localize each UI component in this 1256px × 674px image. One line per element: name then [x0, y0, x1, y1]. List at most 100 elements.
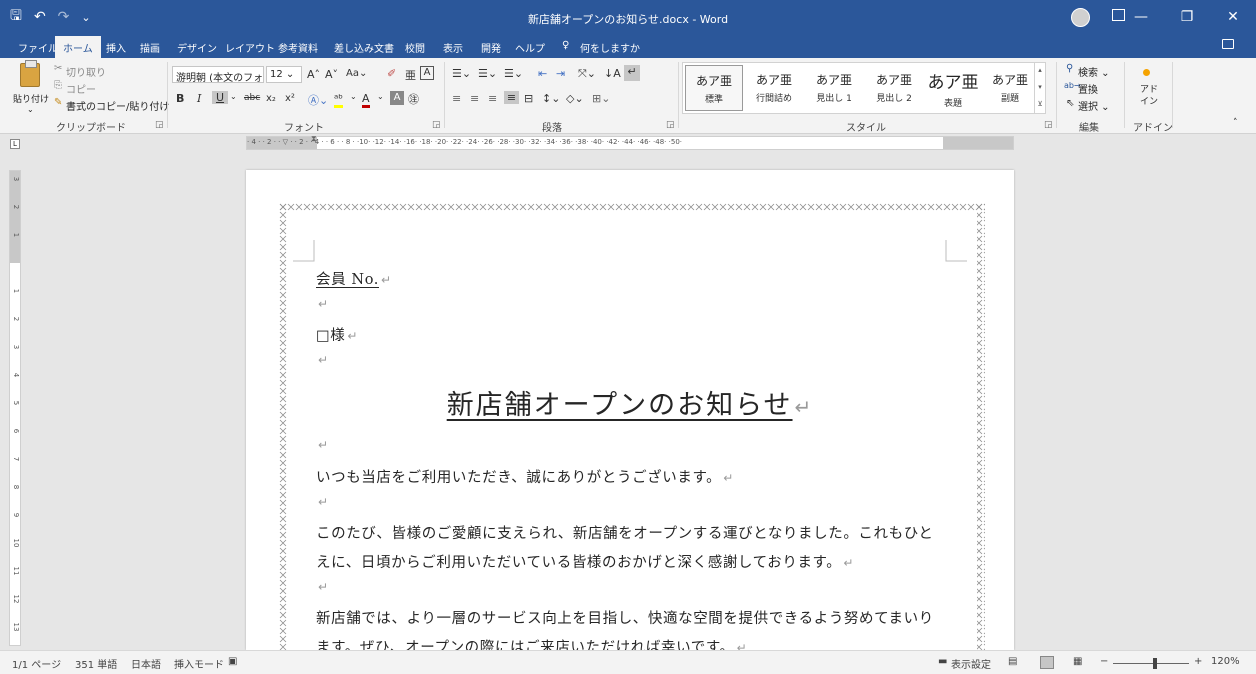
sort-icon[interactable]: ↓A [604, 67, 621, 80]
superscript-icon[interactable]: x² [285, 93, 295, 104]
font-launcher-icon[interactable]: ◲ [432, 120, 441, 130]
tab-help[interactable]: ヘルプ [515, 40, 545, 55]
page-count[interactable]: 1/1 ページ [12, 656, 61, 671]
format-painter-button[interactable]: 書式のコピー/貼り付け [66, 98, 169, 113]
read-mode-icon[interactable]: ▤ [1008, 656, 1017, 667]
zoom-slider[interactable] [1113, 663, 1189, 664]
paragraph-launcher-icon[interactable]: ◲ [666, 120, 675, 130]
tab-mailings[interactable]: 差し込み文書 [334, 40, 394, 55]
indent-marker-icon[interactable]: ⧗ [311, 134, 319, 152]
highlight-dropdown-icon[interactable]: ⌄ [350, 92, 357, 101]
style-title[interactable]: あア亜 表題 [921, 65, 985, 111]
paste-button[interactable]: 貼り付け [13, 92, 49, 105]
select-icon[interactable]: ⇖ [1066, 98, 1074, 109]
grow-font-icon[interactable]: A˄ [307, 68, 320, 81]
highlight-color-icon[interactable]: ᵃᵇ [334, 92, 344, 108]
align-right-icon[interactable]: ≡ [488, 92, 497, 105]
line-spacing-icon[interactable]: ↕⌄ [542, 92, 560, 105]
style-heading-2[interactable]: あア亜 見出し 2 [865, 65, 923, 111]
font-name-combo[interactable]: 游明朝 (本文のフォン [172, 66, 264, 83]
collapse-ribbon-icon[interactable]: ˄ [1233, 118, 1238, 128]
style-heading-1[interactable]: あア亜 見出し 1 [805, 65, 863, 111]
tab-references[interactable]: 参考資料 [278, 40, 318, 55]
styles-scroll[interactable]: ▴ ▾ ⊻ [1034, 62, 1045, 114]
cut-icon[interactable]: ✂ [54, 63, 62, 74]
text-effects-icon[interactable]: Ⓐ⌄ [308, 92, 328, 108]
word-count[interactable]: 351 単語 [75, 656, 117, 671]
language-indicator[interactable]: 日本語 [131, 656, 161, 671]
document-page[interactable]: 会員 No. ↵ ↵ □様 ↵ ↵ 新店舗オープンのお知らせ ↵ ↵ いつも当店をご利… [246, 170, 1014, 650]
numbering-icon[interactable]: ☰⌄ [478, 67, 497, 80]
font-size-combo[interactable]: 12 ⌄ [266, 66, 302, 83]
tab-insert[interactable]: 挿入 [106, 40, 126, 55]
close-button[interactable]: ✕ [1210, 9, 1256, 25]
style-normal[interactable]: あア亜 標準 [685, 65, 743, 111]
font-color-dropdown-icon[interactable]: ⌄ [377, 92, 384, 101]
paste-dropdown-icon[interactable]: ⌄ [27, 105, 34, 114]
vertical-ruler[interactable]: 3 2 1 1 2 3 4 5 6 7 8 9 10 11 12 13 [9, 170, 21, 646]
phonetic-guide-icon[interactable]: 亜 [405, 67, 416, 83]
tab-selector-icon[interactable]: L [10, 139, 20, 149]
macro-record-icon[interactable]: ▣ [228, 656, 237, 667]
tell-me-search[interactable]: 何をしますか [580, 40, 640, 55]
tab-developer[interactable]: 開発 [481, 40, 501, 55]
underline-icon[interactable]: U [212, 91, 228, 104]
insert-mode[interactable]: 挿入モード [174, 656, 224, 671]
account-avatar[interactable] [1071, 8, 1090, 27]
clipboard-launcher-icon[interactable]: ◲ [155, 120, 164, 130]
align-left-icon[interactable]: ≡ [452, 92, 461, 105]
copy-button[interactable]: コピー [66, 81, 96, 96]
increase-indent-icon[interactable]: ⇥ [556, 67, 565, 80]
tab-layout[interactable]: レイアウト [225, 40, 275, 55]
select-button[interactable]: 選択 ⌄ [1078, 98, 1110, 113]
shading-icon[interactable]: ◇⌄ [566, 92, 584, 105]
tab-view[interactable]: 表示 [443, 40, 463, 55]
minimize-button[interactable]: — [1118, 9, 1164, 25]
show-hide-marks-icon[interactable]: ↵ [624, 65, 640, 81]
tab-file[interactable]: ファイル [18, 40, 58, 55]
multilevel-list-icon[interactable]: ☰⌄ [504, 67, 523, 80]
style-no-spacing[interactable]: あア亜 行間詰め [745, 65, 803, 111]
enclosed-character-icon[interactable]: ㊟ [408, 91, 419, 107]
tab-design[interactable]: デザイン [177, 40, 217, 55]
borders-icon[interactable]: ⊞⌄ [592, 92, 610, 105]
web-layout-icon[interactable]: ▦ [1073, 656, 1082, 667]
character-shading-icon[interactable]: A [390, 91, 404, 105]
change-case-icon[interactable]: Aa⌄ [346, 68, 367, 79]
horizontal-ruler[interactable]: · 4 · · 2 · · ▽ · · 2 · · 4 · · 6 · · 8 … [246, 136, 1014, 150]
restore-button[interactable]: ❐ [1164, 9, 1210, 25]
styles-launcher-icon[interactable]: ◲ [1044, 120, 1053, 130]
zoom-slider-thumb[interactable] [1153, 658, 1157, 669]
shrink-font-icon[interactable]: A˅ [325, 68, 338, 81]
subscript-icon[interactable]: x₂ [266, 93, 276, 104]
display-settings-icon[interactable]: ▬ [938, 656, 947, 667]
zoom-level[interactable]: 120% [1211, 656, 1240, 667]
replace-button[interactable]: 置換 [1078, 81, 1098, 96]
zoom-in-button[interactable]: + [1194, 656, 1202, 667]
comments-icon[interactable] [1222, 39, 1234, 49]
display-settings-button[interactable]: 表示設定 [951, 656, 991, 671]
justify-icon[interactable]: ≡ [504, 91, 519, 104]
bullets-icon[interactable]: ☰⌄ [452, 67, 471, 80]
copy-icon[interactable]: ⎘ [54, 80, 62, 91]
align-center-icon[interactable]: ≡ [470, 92, 479, 105]
strikethrough-icon[interactable]: abc [244, 93, 260, 103]
search-icon[interactable]: ⚲ [1066, 63, 1073, 74]
bold-icon[interactable]: B [176, 92, 184, 105]
cut-button[interactable]: 切り取り [66, 64, 106, 79]
paste-icon[interactable] [20, 60, 40, 87]
tab-review[interactable]: 校閲 [405, 40, 425, 55]
find-button[interactable]: 検索 ⌄ [1078, 64, 1110, 79]
asian-layout-icon[interactable]: ⤧⌄ [578, 67, 596, 81]
decrease-indent-icon[interactable]: ⇤ [538, 67, 547, 80]
addins-icon[interactable] [1143, 69, 1150, 76]
tab-draw[interactable]: 描画 [140, 40, 160, 55]
distributed-icon[interactable]: ⊟ [524, 92, 533, 105]
format-painter-icon[interactable]: ✎ [54, 97, 62, 108]
addins-button[interactable]: アド イン [1140, 84, 1158, 108]
print-layout-icon[interactable] [1040, 656, 1054, 669]
italic-icon[interactable]: I [197, 92, 201, 105]
clear-formatting-icon[interactable]: ✐ [387, 67, 396, 80]
style-subtitle[interactable]: あア亜 副題 [981, 65, 1039, 111]
underline-dropdown-icon[interactable]: ⌄ [230, 92, 237, 101]
